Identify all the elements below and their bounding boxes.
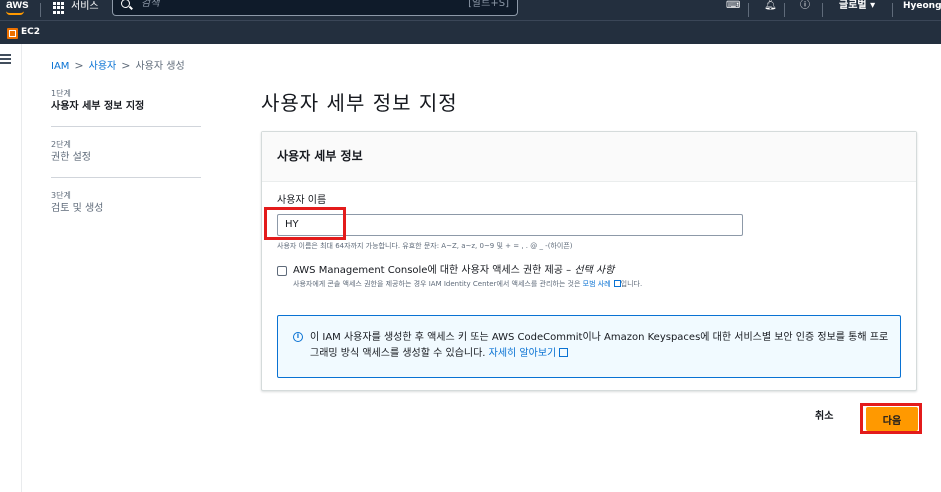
username-constraint-text: 사용자 이름은 최대 64자까지 가능합니다. 유효한 문자: A~Z, a~z… (277, 242, 573, 250)
wizard-step-1: 1단계 사용자 세부 정보 지정 (51, 88, 201, 127)
info-alert-text: 이 IAM 사용자를 생성한 후 액세스 키 또는 AWS CodeCommit… (310, 330, 890, 362)
annotation-highlight-box (264, 207, 346, 240)
top-navigation-bar: aws 서비스 검색 [알트+S] ⌨ 🔔︎ ⓘ 글로벌 ▾ HyeongY (0, 0, 941, 20)
console-access-label[interactable]: AWS Management Console에 대한 사용자 액세스 권한 제공… (293, 264, 614, 277)
aws-logo[interactable]: aws (6, 0, 29, 11)
best-practice-link[interactable]: 모범 사례 (583, 280, 611, 288)
info-alert: i 이 IAM 사용자를 생성한 후 액세스 키 또는 AWS CodeComm… (277, 315, 901, 378)
info-alert-body: 이 IAM 사용자를 생성한 후 액세스 키 또는 AWS CodeCommit… (310, 332, 889, 359)
step-number: 1단계 (51, 89, 71, 98)
help-icon[interactable]: ⓘ (800, 0, 810, 12)
nav-divider (748, 3, 749, 17)
external-link-icon (613, 280, 621, 287)
account-menu[interactable]: HyeongY (903, 0, 941, 12)
console-access-description: 사용자에게 콘솔 액세스 권한을 제공하는 경우 IAM Identity Ce… (293, 279, 743, 289)
ec2-icon (7, 28, 18, 39)
nav-divider (784, 3, 785, 17)
breadcrumb: IAM > 사용자 > 사용자 생성 (51, 60, 185, 73)
side-navigation-rail (0, 44, 22, 492)
external-link-icon (559, 348, 569, 357)
annotation-highlight-box (860, 403, 922, 434)
step-name: 권한 설정 (51, 152, 91, 163)
step-name: 사용자 세부 정보 지정 (51, 101, 145, 112)
services-menu-button[interactable]: 서비스 (71, 0, 99, 14)
step-name: 검토 및 생성 (51, 203, 104, 214)
learn-more-link[interactable]: 자세히 알아보기 (489, 348, 557, 359)
aws-logo-smile-icon (6, 11, 24, 15)
console-access-desc-text: 사용자에게 콘솔 액세스 권한을 제공하는 경우 IAM Identity Ce… (293, 280, 583, 288)
search-icon (121, 0, 130, 8)
page-title: 사용자 세부 정보 지정 (261, 91, 458, 115)
panel-title: 사용자 세부 정보 (277, 149, 363, 163)
user-details-panel: 사용자 세부 정보 사용자 이름 HY 사용자 이름은 최대 64자까지 가능합… (261, 131, 917, 391)
favorite-ec2[interactable]: EC2 (21, 26, 40, 38)
menu-toggle-icon[interactable] (0, 54, 12, 64)
breadcrumb-iam[interactable]: IAM (51, 61, 69, 72)
wizard-step-2: 2단계 권한 설정 (51, 139, 201, 178)
username-input[interactable]: HY (277, 214, 743, 236)
search-input[interactable]: 검색 (141, 0, 159, 10)
username-label: 사용자 이름 (277, 195, 327, 206)
chevron-right-icon: > (121, 59, 131, 72)
wizard-steps: 1단계 사용자 세부 정보 지정 2단계 권한 설정 3단계 검토 및 생성 (51, 88, 201, 240)
search-shortcut-hint: [알트+S] (468, 0, 509, 9)
nav-divider (40, 3, 41, 17)
step-number: 3단계 (51, 191, 71, 200)
chevron-right-icon: > (74, 59, 84, 72)
region-selector[interactable]: 글로벌 ▾ (839, 0, 875, 12)
optional-tag: 선택 사항 (574, 265, 615, 276)
console-access-desc-suffix: 입니다. (620, 280, 643, 288)
cloudshell-icon[interactable]: ⌨ (726, 0, 740, 12)
console-access-label-text: AWS Management Console에 대한 사용자 액세스 권한 제공… (293, 265, 575, 276)
search-box[interactable]: 검색 [알트+S] (112, 0, 518, 16)
cancel-button[interactable]: 취소 (815, 411, 833, 423)
nav-divider (822, 3, 823, 17)
favorites-bar: EC2 (0, 20, 941, 44)
info-icon: i (293, 332, 303, 342)
breadcrumb-users[interactable]: 사용자 (89, 61, 117, 72)
panel-header: 사용자 세부 정보 (262, 132, 916, 182)
notifications-bell-icon[interactable]: 🔔︎ (764, 0, 777, 12)
nav-divider (892, 3, 893, 17)
step-number: 2단계 (51, 140, 71, 149)
console-access-checkbox[interactable] (277, 266, 287, 276)
services-grid-icon[interactable] (53, 2, 65, 14)
wizard-step-3: 3단계 검토 및 생성 (51, 190, 201, 228)
breadcrumb-current: 사용자 생성 (135, 61, 185, 72)
